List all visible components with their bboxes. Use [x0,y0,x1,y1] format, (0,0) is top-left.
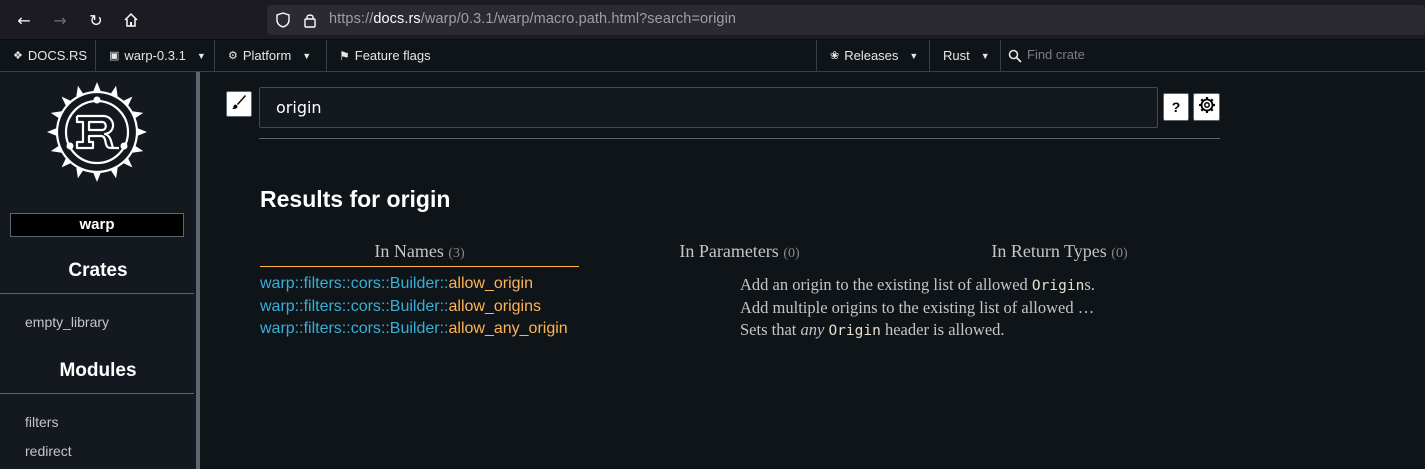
nav-divider [1000,40,1001,71]
result-description: Add an origin to the existing list of al… [740,275,1095,295]
tab-in-return-types[interactable]: In Return Types (0) [900,241,1219,267]
nav-divider [326,40,327,71]
rust-menu[interactable]: Rust ▼ [943,40,990,71]
forward-arrow-icon[interactable]: → [49,9,71,31]
flag-icon: ⚑ [339,48,350,63]
result-description: Add multiple origins to the existing lis… [740,298,1094,318]
result-module-path: warp::filters::cors::Builder:: [260,298,449,315]
chevron-down-icon: ▼ [909,50,919,61]
gears-icon: ⚙ [228,50,238,62]
url-path: /warp/0.3.1/warp/macro.path.html?search=… [420,11,737,27]
result-path-link[interactable]: warp::filters::cors::Builder::allow_orig… [260,298,541,316]
sidebar-resizer[interactable] [196,72,200,469]
search-input[interactable]: origin [259,87,1158,128]
desc-code: Origin [828,323,881,339]
platform-menu[interactable]: ⚙ Platform ▼ [228,40,311,71]
desc-text: header is allowed. [880,320,1005,339]
result-module-path: warp::filters::cors::Builder:: [260,320,449,337]
releases-menu[interactable]: ❀ Releases ▼ [830,40,918,71]
sidebar-divider [0,293,194,294]
modules-heading: Modules [59,360,137,381]
desc-text: Add multiple origins to the existing lis… [740,298,1095,317]
sidebar-item-redirect[interactable]: redirect [25,443,72,459]
lock-icon[interactable] [301,11,319,29]
sidebar: warp Crates empty_library Modules filter… [0,72,196,469]
result-row[interactable]: warp::filters::cors::Builder::allow_orig… [260,275,1160,297]
url-host: docs.rs [373,11,421,27]
docsrs-logo-link[interactable]: ❖ DOCS.RS [13,40,87,71]
help-button[interactable]: ? [1163,93,1189,121]
chevron-down-icon: ▼ [196,50,206,61]
crate-menu[interactable]: ▣ warp-0.3.1 ▼ [109,40,206,71]
rust-logo-icon[interactable] [45,80,149,184]
tab-in-names[interactable]: In Names (3) [260,241,579,267]
tab-label: In Return Types [991,241,1107,261]
docsrs-topnav: ❖ DOCS.RS ▣ warp-0.3.1 ▼ ⚙ Platform ▼ ⚑ … [0,40,1425,72]
tab-in-parameters[interactable]: In Parameters (0) [580,241,899,267]
crate-menu-label: warp-0.3.1 [124,48,186,63]
tab-label: In Parameters [679,241,779,261]
result-fn-name: allow_any_origin [448,320,568,337]
platform-menu-label: Platform [242,48,292,63]
find-crate-input[interactable]: Find crate [1027,47,1085,62]
tab-count: (0) [1111,246,1128,261]
sidebar-item-empty-library[interactable]: empty_library [25,314,109,330]
theme-picker-button[interactable] [226,91,252,117]
desc-text: Sets that [740,320,801,339]
reload-icon[interactable]: ↻ [85,9,107,31]
search-icon [1008,40,1022,71]
nav-divider [929,40,930,71]
result-row[interactable]: warp::filters::cors::Builder::allow_any_… [260,320,1160,342]
desc-emphasis: any [800,320,825,339]
chevron-down-icon: ▼ [302,50,312,61]
result-fn-name: allow_origins [448,298,542,315]
tab-label: In Names [374,241,444,261]
url-bar[interactable]: https://docs.rs/warp/0.3.1/warp/macro.pa… [267,5,1425,35]
crate-name-box[interactable]: warp [10,213,184,237]
result-module-path: warp::filters::cors::Builder:: [260,275,449,292]
paintbrush-icon [231,94,247,114]
gear-icon [1198,96,1216,118]
search-divider [259,138,1220,139]
result-row[interactable]: warp::filters::cors::Builder::allow_orig… [260,298,1160,320]
leaf-icon: ❀ [830,50,840,62]
result-path-link[interactable]: warp::filters::cors::Builder::allow_any_… [260,320,568,338]
chevron-down-icon: ▼ [980,50,990,61]
sidebar-divider [0,393,194,394]
result-description: Sets that any Origin header is allowed. [740,320,1005,340]
nav-divider [816,40,817,71]
docsrs-logo-label: DOCS.RS [27,48,88,63]
browser-toolbar: ← → ↻ https://docs.rs/warp/0.3.1/warp/ma… [0,0,1425,40]
desc-text: s. [1084,275,1095,294]
sidebar-item-filters[interactable]: filters [25,414,58,430]
tab-count: (0) [783,246,800,261]
feature-flags-link[interactable]: ⚑ Feature flags [339,40,431,71]
nav-divider [214,40,215,71]
feature-flags-label: Feature flags [354,48,431,63]
tab-count: (3) [448,246,465,261]
results-title: Results for origin [260,186,451,212]
nav-divider [95,40,96,71]
crates-heading: Crates [68,260,128,281]
rust-menu-label: Rust [943,48,970,63]
desc-code: Origin [1031,278,1085,294]
releases-menu-label: Releases [844,48,899,63]
shield-icon[interactable] [274,11,292,29]
desc-text: Add an origin to the existing list of al… [740,275,1032,294]
back-arrow-icon[interactable]: ← [13,9,35,31]
url-prefix: https:// [329,11,374,27]
home-icon[interactable] [120,9,142,31]
result-fn-name: allow_origin [448,275,534,292]
result-path-link[interactable]: warp::filters::cors::Builder::allow_orig… [260,275,533,293]
cube-icon: ▣ [109,50,120,62]
cubes-icon: ❖ [13,50,23,62]
url-text[interactable]: https://docs.rs/warp/0.3.1/warp/macro.pa… [329,11,736,27]
settings-button[interactable] [1193,93,1220,121]
